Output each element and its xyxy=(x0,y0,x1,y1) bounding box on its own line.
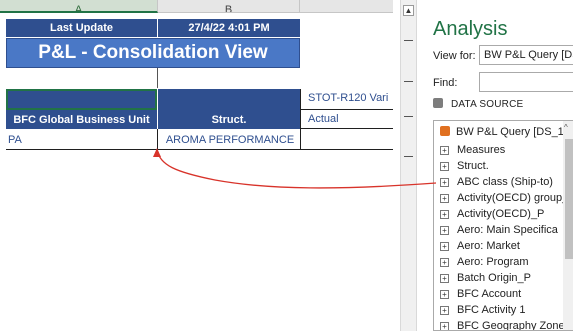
query-icon xyxy=(440,126,450,136)
column-header-b[interactable]: B xyxy=(158,0,300,13)
row1-business-unit-cell[interactable]: PA xyxy=(8,131,156,149)
measure-header-cell[interactable]: STOT-R120 Vari xyxy=(308,89,393,107)
tree-root-label: BW P&L Query [DS_1] xyxy=(456,126,567,138)
actual-header-cell[interactable]: Actual xyxy=(308,110,393,128)
tree-item-bfc-activity-1[interactable]: + BFC Activity 1 xyxy=(440,302,525,318)
data-source-icon xyxy=(433,98,443,108)
find-label: Find: xyxy=(433,77,458,89)
expand-icon[interactable]: + xyxy=(440,306,449,315)
find-input[interactable] xyxy=(479,72,573,92)
tree-scroll-thumb[interactable] xyxy=(565,139,573,259)
row-separator xyxy=(300,109,393,110)
column-separator xyxy=(157,129,158,149)
tree-item-struct[interactable]: + Struct. xyxy=(440,158,489,174)
tree-item-aero-program[interactable]: + Aero: Program xyxy=(440,254,529,270)
sheet-vertical-scrollbar[interactable]: ▲ xyxy=(400,0,416,331)
data-source-label: DATA SOURCE xyxy=(451,99,524,110)
view-for-label: View for: xyxy=(433,50,476,62)
tree-item-aero-main[interactable]: + Aero: Main Specifica xyxy=(440,222,558,238)
tree-scrollbar[interactable]: ^ xyxy=(563,121,573,330)
tree-item-batch-origin[interactable]: + Batch Origin_P xyxy=(440,270,531,286)
tree-item-activity-group[interactable]: + Activity(OECD) group_P xyxy=(440,190,573,206)
column-divider xyxy=(157,68,158,88)
expand-icon[interactable]: + xyxy=(440,274,449,283)
column-separator xyxy=(300,89,301,129)
selected-cell-outline[interactable] xyxy=(6,89,157,110)
tree-item-bfc-account[interactable]: + BFC Account xyxy=(440,286,521,302)
expand-icon[interactable]: + xyxy=(440,162,449,171)
column-header-c[interactable] xyxy=(300,0,393,13)
view-for-dropdown[interactable]: BW P&L Query [DS_ xyxy=(479,45,573,65)
bfc-global-business-unit-header[interactable]: BFC Global Business Unit xyxy=(6,111,157,129)
scroll-tick xyxy=(404,156,413,157)
row-separator xyxy=(6,149,393,150)
scroll-up-arrow-icon[interactable]: ▲ xyxy=(403,5,414,16)
expand-icon[interactable]: + xyxy=(440,322,449,330)
last-update-value-cell[interactable]: 27/4/22 4:01 PM xyxy=(158,19,300,37)
expand-icon[interactable]: + xyxy=(440,258,449,267)
data-source-tree[interactable]: BW P&L Query [DS_1] + Measures + Struct. +… xyxy=(433,120,573,331)
tree-item-bfc-geography[interactable]: + BFC Geography Zone xyxy=(440,318,565,330)
expand-icon[interactable]: + xyxy=(440,178,449,187)
spreadsheet-grid[interactable]: A B Last Update 27/4/22 4:01 PM P&L - Co… xyxy=(0,0,393,331)
row-separator xyxy=(300,128,393,129)
pane-title: Analysis xyxy=(433,18,508,40)
scroll-tick xyxy=(404,40,413,41)
report-title[interactable]: P&L - Consolidation View xyxy=(6,38,300,68)
expand-icon[interactable]: + xyxy=(440,226,449,235)
expand-icon[interactable]: + xyxy=(440,242,449,251)
tree-item-abc-class[interactable]: + ABC class (Ship-to) xyxy=(440,174,553,190)
data-source-heading: DATA SOURCE xyxy=(433,98,523,110)
tree-item-aero-market[interactable]: + Aero: Market xyxy=(440,238,520,254)
tree-item-activity[interactable]: + Activity(OECD)_P xyxy=(440,206,544,222)
struct-header[interactable]: Struct. xyxy=(158,111,300,129)
column-separator xyxy=(300,129,301,149)
column-header-a[interactable]: A xyxy=(0,0,158,13)
tree-item-measures[interactable]: + Measures xyxy=(440,142,505,158)
expand-icon[interactable]: + xyxy=(440,210,449,219)
expand-icon[interactable]: + xyxy=(440,194,449,203)
chevron-up-icon[interactable]: ^ xyxy=(564,123,568,132)
analysis-pane: Analysis View for: BW P&L Query [DS_ Fin… xyxy=(416,0,573,331)
last-update-label-cell[interactable]: Last Update xyxy=(6,19,157,37)
row1-struct-cell[interactable]: AROMA PERFORMANCE xyxy=(160,131,300,149)
scroll-tick xyxy=(404,116,413,117)
expand-icon[interactable]: + xyxy=(440,146,449,155)
tree-root-item[interactable]: BW P&L Query [DS_1] xyxy=(440,126,567,138)
expand-icon[interactable]: + xyxy=(440,290,449,299)
scroll-tick xyxy=(404,81,413,82)
